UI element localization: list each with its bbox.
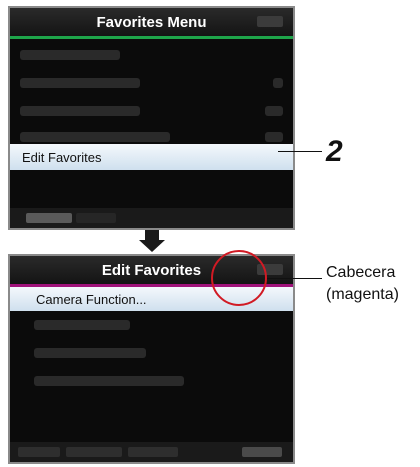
menu-item-blurred[interactable] (20, 48, 283, 62)
cabecera-label-line1: Cabecera (326, 264, 396, 281)
menu-item-label: Edit Favorites (22, 150, 102, 165)
menu-footer (10, 208, 293, 228)
magenta-header-highlight-circle (211, 250, 267, 306)
menu-item-edit-favorites[interactable]: Edit Favorites (10, 144, 293, 170)
menu-item-blurred[interactable] (34, 318, 283, 332)
header-accent-line (10, 36, 293, 39)
arrow-down-icon (145, 230, 159, 240)
menu-footer (10, 442, 293, 462)
menu-item-label: Camera Function... (36, 292, 147, 307)
header-badge (257, 16, 283, 27)
menu-item-blurred[interactable] (20, 76, 283, 90)
cabecera-label-line2: (magenta) (326, 286, 399, 303)
menu-item-blurred[interactable] (34, 374, 283, 388)
step-number: 2 (326, 135, 343, 168)
menu-item-blurred[interactable] (20, 130, 283, 144)
menu-header: Favorites Menu (10, 8, 293, 36)
step-callout-line (278, 151, 322, 152)
menu-title: Favorites Menu (96, 14, 207, 31)
menu-item-blurred[interactable] (20, 104, 283, 118)
favorites-menu-screen: Favorites Menu Edit Favorites (8, 6, 295, 230)
arrow-down-icon-head (139, 240, 165, 252)
cabecera-callout-line (267, 278, 322, 279)
cabecera-label: Cabecera (magenta) (326, 262, 399, 306)
menu-item-blurred[interactable] (34, 346, 283, 360)
